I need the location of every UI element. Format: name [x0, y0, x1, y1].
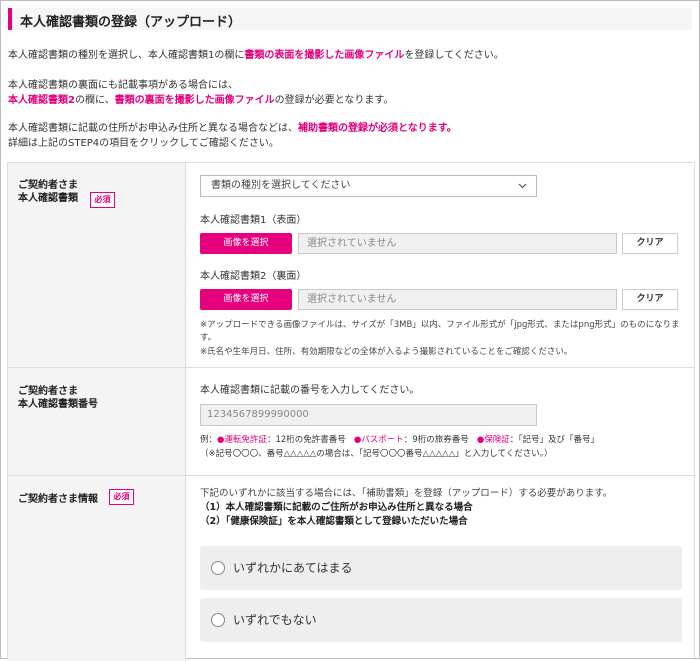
- radio-label: いずれかにあてはまる: [233, 561, 353, 575]
- intro-text: 本人確認書類の種別を選択し、本人確認書類1の欄に: [8, 50, 245, 61]
- number-example-note: （※記号〇〇〇、番号△△△△△の場合は、「記号〇〇〇番号△△△△△」と入力してく…: [200, 449, 553, 459]
- intro-paragraph-1: 本人確認書類の種別を選択し、本人確認書類1の欄に書類の表面を撮影した画像ファイル…: [8, 48, 504, 63]
- document-number-input[interactable]: 1234567899990000: [200, 404, 537, 426]
- intro-text: の登録が必要となります。: [274, 95, 394, 106]
- label-line: 本人確認書類番号: [18, 399, 98, 410]
- row-label-contractor-info: ご契約者さま情報: [18, 494, 98, 505]
- intro-highlight: 本人確認書類2: [8, 95, 75, 106]
- intro-highlight: 書類の表面を撮影した画像ファイル: [244, 50, 405, 61]
- file-name-field-1: 選択されていません: [298, 233, 617, 254]
- document-2-label: 本人確認書類2（裏面）: [200, 271, 307, 282]
- row-label-document-number: ご契約者さま 本人確認書類番号: [18, 385, 98, 411]
- row-label-documents: ご契約者さま 本人確認書類: [18, 179, 78, 205]
- intro-highlight: 補助書類の登録が必須となります。: [298, 123, 457, 134]
- radio-icon[interactable]: [211, 613, 225, 627]
- select-image-button-2[interactable]: 画像を選択: [200, 289, 292, 310]
- example-prefix: 例：: [200, 435, 218, 445]
- supplementary-case-2: （2）「健康保険証」を本人確認書類として登録いただいた場合: [200, 516, 468, 527]
- label-line: ご契約者さま: [18, 180, 78, 191]
- heading-accent-bar: [8, 8, 12, 30]
- radio-option-applies[interactable]: いずれかにあてはまる: [200, 546, 682, 590]
- intro-text: 本人確認書類に記載の住所がお申込み住所と異なる場合などは、: [8, 123, 298, 134]
- required-badge: 必須: [90, 192, 115, 208]
- required-badge: 必須: [109, 489, 134, 505]
- example-text: ：9桁の旅券番号: [403, 435, 469, 445]
- chevron-down-icon: [517, 179, 528, 199]
- photo-note: ※氏名や生年月日、住所、有効期限などの全体が入るよう撮影されていることをご確認く…: [200, 347, 573, 357]
- row-divider: [8, 367, 694, 368]
- file-name-field-2: 選択されていません: [298, 289, 617, 310]
- example-text: ：12桁の免許書番号: [266, 435, 346, 445]
- document-1-label: 本人確認書類1（表面）: [200, 215, 307, 226]
- intro-paragraph-2-line-1: 本人確認書類の裏面にも記載事項がある場合には、: [8, 80, 238, 91]
- example-insurance-card: ●保険証: [476, 435, 510, 445]
- supplementary-case-1: （1）本人確認書類に記載のご住所がお申込み住所と異なる場合: [200, 502, 473, 513]
- supplementary-intro: 下記のいずれかに該当する場合には、「補助書類」を登録（アップロード）する必要があ…: [200, 488, 613, 499]
- number-instruction: 本人確認書類に記載の番号を入力してください。: [200, 385, 420, 396]
- intro-paragraph-3-line-2: 詳細は上記のSTEP4の項目をクリックしてご確認ください。: [8, 138, 279, 149]
- row-divider: [8, 475, 694, 476]
- clear-button-1[interactable]: クリア: [622, 233, 678, 254]
- label-line: ご契約者さま: [18, 386, 78, 397]
- radio-option-none[interactable]: いずれでもない: [200, 598, 682, 642]
- intro-text: を登録してください。: [404, 50, 504, 61]
- radio-label: いずれでもない: [233, 613, 317, 627]
- select-image-button-1[interactable]: 画像を選択: [200, 233, 292, 254]
- page-heading: 本人確認書類の登録（アップロード）: [8, 8, 692, 30]
- clear-button-2[interactable]: クリア: [622, 289, 678, 310]
- intro-text: の欄に、: [74, 95, 115, 106]
- label-line: 本人確認書類: [18, 193, 78, 204]
- example-passport: ●パスポート: [353, 435, 404, 445]
- select-value: 書類の種別を選択してください: [211, 180, 351, 191]
- intro-highlight: 書類の裏面を撮影した画像ファイル: [114, 95, 275, 106]
- page-title: 本人確認書類の登録（アップロード）: [20, 15, 242, 30]
- intro-paragraph-2-line-2: 本人確認書類2の欄に、書類の裏面を撮影した画像ファイルの登録が必要となります。: [8, 93, 393, 108]
- form-table: ご契約者さま 本人確認書類 必須 書類の種別を選択してください 本人確認書類1（…: [7, 162, 695, 661]
- number-example: 例：●運転免許証：12桁の免許書番号 ●パスポート：9桁の旅券番号 ●保険証：「…: [200, 433, 599, 447]
- file-size-note-continued: す。: [200, 333, 217, 343]
- example-drivers-license: ●運転免許証: [217, 435, 267, 445]
- file-size-note: ※アップロードできる画像ファイルは、サイズが「3MB」以内、ファイル形式が「jp…: [200, 320, 680, 330]
- radio-icon[interactable]: [211, 561, 225, 575]
- page-frame: 本人確認書類の登録（アップロード） 本人確認書類の種別を選択し、本人確認書類1の…: [0, 0, 700, 661]
- intro-paragraph-3-line-1: 本人確認書類に記載の住所がお申込み住所と異なる場合などは、補助書類の登録が必須と…: [8, 121, 457, 136]
- label-column: [8, 163, 186, 661]
- example-text: ：「記号」及び「番号」: [509, 435, 600, 445]
- document-type-select[interactable]: 書類の種別を選択してください: [200, 175, 537, 197]
